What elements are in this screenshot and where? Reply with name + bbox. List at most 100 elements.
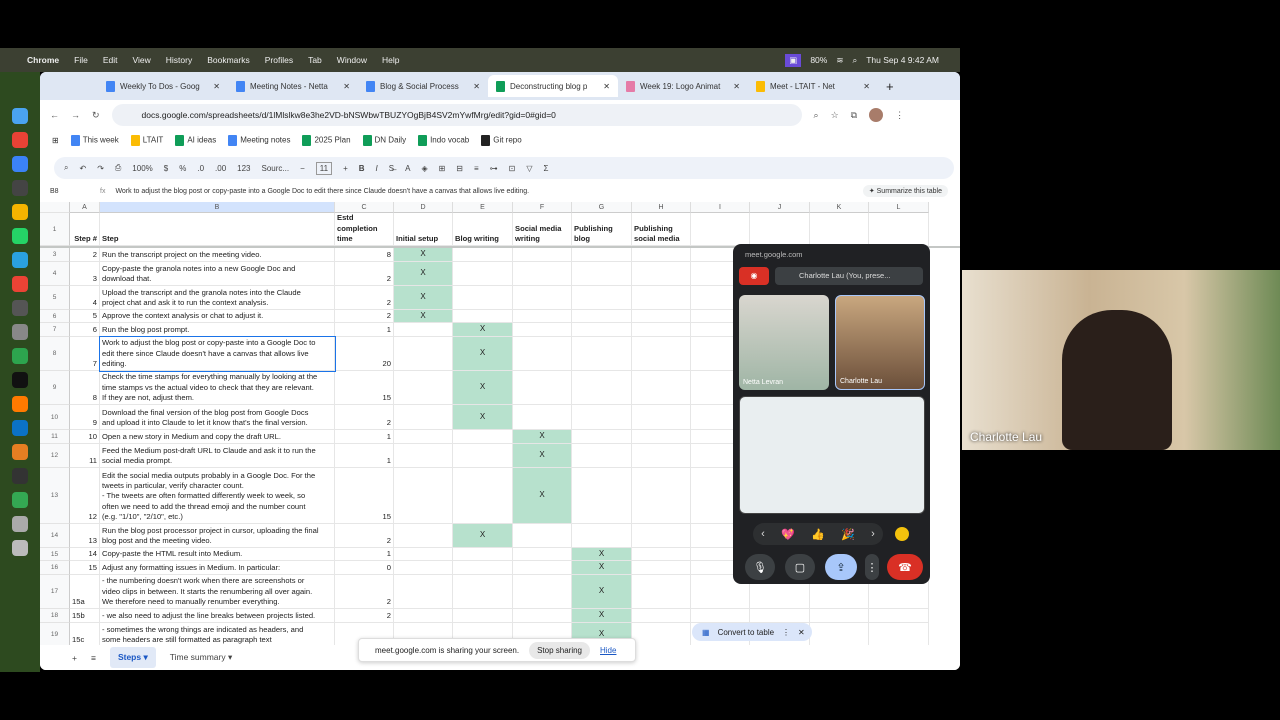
step-number-cell[interactable]: 4 [70, 286, 100, 310]
percent-button[interactable]: % [179, 164, 186, 173]
empty-cell[interactable] [394, 609, 453, 623]
step-cell[interactable]: Check the time stamps for everything man… [100, 371, 335, 405]
strikethrough-icon[interactable]: S̶ [389, 164, 394, 173]
dock-app-icon[interactable] [12, 444, 28, 460]
time-cell[interactable]: 2 [335, 286, 394, 310]
end-call-button[interactable]: ☎ [887, 554, 923, 580]
time-cell[interactable]: 2 [335, 405, 394, 430]
phase-mark-cell[interactable]: X [394, 286, 453, 310]
empty-cell[interactable] [632, 371, 691, 405]
empty-cell[interactable] [572, 405, 632, 430]
bookmark[interactable]: LTAIT [130, 134, 163, 146]
row-header[interactable]: 12 [40, 444, 70, 468]
column-header-f[interactable]: F [513, 202, 572, 213]
align-icon[interactable]: ≡ [474, 164, 479, 173]
step-cell[interactable]: Run the blog post processor project in c… [100, 524, 335, 548]
borders-icon[interactable]: ⊞ [439, 164, 446, 173]
empty-cell[interactable] [572, 430, 632, 444]
more-options-button[interactable]: ⋮ [865, 554, 879, 580]
bookmark[interactable]: Indo vocab [418, 134, 469, 146]
step-number-cell[interactable]: 14 [70, 548, 100, 561]
menu-view[interactable]: View [132, 55, 150, 65]
empty-cell[interactable] [453, 310, 513, 323]
header-cell-g[interactable]: Publishing blog [572, 213, 632, 246]
time-cell[interactable]: 2 [335, 262, 394, 286]
step-cell[interactable]: Run the blog post prompt. [100, 323, 335, 337]
corner[interactable] [40, 202, 70, 213]
step-number-cell[interactable]: 3 [70, 262, 100, 286]
column-header-e[interactable]: E [453, 202, 513, 213]
empty-cell[interactable] [513, 609, 572, 623]
empty-cell[interactable] [632, 262, 691, 286]
phase-mark-cell[interactable]: X [513, 430, 572, 444]
header-cell-d[interactable]: Initial setup [394, 213, 453, 246]
phase-mark-cell[interactable]: X [572, 548, 632, 561]
browser-tab[interactable]: Weekly To Dos - Goog ✕ [98, 75, 228, 97]
header-cell-f[interactable]: Social media writing [513, 213, 572, 246]
browser-tab[interactable]: Week 19: Logo Animat ✕ [618, 75, 748, 97]
summarize-table-button[interactable]: ✦ Summarize this table [862, 185, 948, 197]
row-header[interactable]: 16 [40, 561, 70, 575]
reaction-party[interactable]: 🎉 [841, 528, 855, 541]
empty-cell[interactable] [453, 248, 513, 262]
dock-app-icon[interactable] [12, 228, 28, 244]
font-size-input[interactable]: 11 [315, 161, 333, 175]
add-sheet-button[interactable]: + [72, 653, 77, 663]
empty-cell[interactable] [453, 561, 513, 575]
dock-app-icon[interactable] [12, 540, 28, 556]
phase-mark-cell[interactable]: X [394, 310, 453, 323]
menu-edit[interactable]: Edit [103, 55, 118, 65]
header-cell-h[interactable]: Publishing social media [632, 213, 691, 246]
time-cell[interactable]: 2 [335, 575, 394, 609]
column-header-b[interactable]: B [100, 202, 335, 213]
row-header[interactable]: 4 [40, 262, 70, 286]
zoom-select[interactable]: 100% [132, 164, 152, 173]
step-number-cell[interactable]: 5 [70, 310, 100, 323]
step-cell[interactable]: - we also need to adjust the line breaks… [100, 609, 335, 623]
menu-help[interactable]: Help [382, 55, 399, 65]
step-number-cell[interactable]: 15a [70, 575, 100, 609]
empty-cell[interactable] [513, 248, 572, 262]
empty-cell[interactable] [632, 444, 691, 468]
empty-cell[interactable] [572, 468, 632, 524]
empty-cell[interactable] [513, 337, 572, 371]
step-number-cell[interactable]: 12 [70, 468, 100, 524]
column-header-a[interactable]: A [70, 202, 100, 213]
record-icon[interactable]: ◉ [739, 267, 769, 285]
all-sheets-button[interactable]: ≡ [91, 653, 96, 663]
empty-cell[interactable] [750, 213, 810, 246]
redo-icon[interactable]: ↷ [97, 164, 104, 173]
step-number-cell[interactable]: 7 [70, 337, 100, 371]
column-header-g[interactable]: G [572, 202, 632, 213]
column-header-i[interactable]: I [691, 202, 750, 213]
step-number-cell[interactable]: 6 [70, 323, 100, 337]
row-header[interactable]: 9 [40, 371, 70, 405]
empty-cell[interactable] [394, 548, 453, 561]
empty-cell[interactable] [513, 548, 572, 561]
phase-mark-cell[interactable]: X [513, 468, 572, 524]
time-cell[interactable]: 15 [335, 371, 394, 405]
step-number-cell[interactable]: 9 [70, 405, 100, 430]
time-cell[interactable]: 0 [335, 561, 394, 575]
time-cell[interactable]: 2 [335, 524, 394, 548]
format-button[interactable]: 123 [237, 164, 250, 173]
empty-cell[interactable] [632, 468, 691, 524]
more-icon[interactable]: ⋮ [782, 628, 790, 637]
empty-cell[interactable] [572, 286, 632, 310]
bookmark[interactable]: DN Daily [362, 134, 406, 146]
column-header-l[interactable]: L [869, 202, 929, 213]
back-icon[interactable]: ← [50, 110, 59, 120]
bookmark[interactable]: Meeting notes [228, 134, 290, 146]
empty-cell[interactable] [632, 548, 691, 561]
time-cell[interactable]: 2 [335, 609, 394, 623]
text-color-icon[interactable]: A [405, 164, 410, 173]
phase-mark-cell[interactable]: X [572, 561, 632, 575]
presenter-label[interactable]: Charlotte Lau (You, prese... [775, 267, 923, 285]
close-tab-icon[interactable]: ✕ [733, 82, 740, 91]
present-button[interactable]: ⇪ [825, 554, 857, 580]
step-cell[interactable]: Copy-paste the HTML result into Medium. [100, 548, 335, 561]
time-cell[interactable]: 2 [335, 310, 394, 323]
menu-bookmarks[interactable]: Bookmarks [207, 55, 250, 65]
phase-mark-cell[interactable]: X [394, 248, 453, 262]
header-cell-step[interactable]: Step [100, 213, 335, 246]
